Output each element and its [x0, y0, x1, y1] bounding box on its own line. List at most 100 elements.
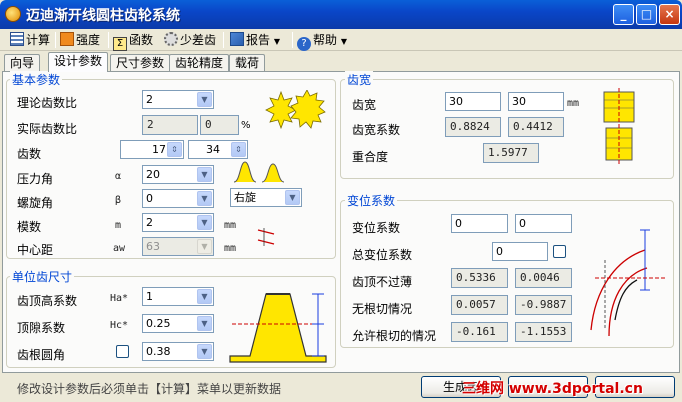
profile-shift-icon: [590, 229, 665, 337]
clearance-coef-select[interactable]: 0.25 ▼: [142, 314, 214, 333]
tab-design-params[interactable]: 设计参数: [48, 52, 109, 72]
root-fillet-select[interactable]: 0.38 ▼: [142, 342, 214, 361]
total-shift-checkbox[interactable]: [553, 245, 566, 258]
no-undercut-label: 无根切情况: [352, 302, 413, 316]
clearance-coef-label: 顶隙系数: [17, 321, 66, 335]
theory-ratio-select[interactable]: 2 ▼: [142, 90, 214, 109]
total-shift-input[interactable]: 0: [492, 242, 548, 261]
width-coef-1-field: 0.8824: [445, 117, 501, 137]
tip-thickness-label: 齿顶不过薄: [352, 275, 413, 289]
alpha-symbol: α: [115, 171, 122, 182]
tab-wizard[interactable]: 向导: [4, 54, 41, 71]
allow-undercut-1-field: -0.161: [451, 322, 508, 342]
strength-icon: [60, 32, 74, 46]
chevron-down-icon[interactable]: ▼: [197, 92, 212, 107]
z1-stepper[interactable]: 17 ⇕: [120, 140, 184, 159]
helix-angle-value: 0: [146, 192, 153, 205]
ha-symbol: Ha*: [110, 293, 129, 304]
helix-hand-select[interactable]: 右旋 ▼: [230, 188, 302, 207]
pressure-angle-select[interactable]: 20 ▼: [142, 165, 214, 184]
unit-tooth-title: 单位齿尺寸: [10, 268, 75, 285]
help-label: 帮助: [313, 33, 338, 47]
module-select[interactable]: 2 ▼: [142, 213, 214, 232]
shift-coef-2-input[interactable]: 0: [515, 214, 572, 233]
face-width-icon: [603, 88, 635, 164]
shift-coef-label: 变位系数: [352, 221, 401, 235]
z2-stepper[interactable]: 34 ⇕: [188, 140, 248, 159]
watermark-text: 三维网 www.3dportal.cn: [462, 381, 643, 397]
strength-button[interactable]: 强度: [60, 31, 100, 49]
no-undercut-2-field: -0.9887: [515, 295, 572, 315]
center-distance-icon: [257, 228, 275, 246]
helix-angle-select[interactable]: 0 ▼: [142, 189, 214, 208]
calculator-icon: [10, 32, 24, 46]
tab-size-params[interactable]: 尺寸参数: [110, 54, 171, 71]
face-width-unit: mm: [567, 98, 580, 109]
shift-coef-1-input[interactable]: 0: [451, 214, 508, 233]
width-coef-2-field: 0.4412: [508, 117, 564, 137]
chevron-down-icon[interactable]: ▼: [197, 344, 212, 359]
face-width-2-input[interactable]: 30: [508, 92, 564, 111]
profile-shift-title: 变位系数: [345, 192, 398, 209]
calc-label: 计算: [26, 33, 51, 47]
dropdown-arrow-icon[interactable]: ▼: [341, 37, 347, 46]
toolbar-separator: [292, 32, 293, 48]
face-width-title: 齿宽: [345, 71, 374, 88]
contact-ratio-label: 重合度: [352, 150, 389, 164]
spin-arrow-icon[interactable]: ⇕: [167, 142, 182, 157]
chevron-down-icon[interactable]: ▼: [197, 167, 212, 182]
status-hint: 修改设计参数后必须单击【计算】菜单以更新数据: [17, 382, 282, 396]
total-shift-label: 总变位系数: [352, 248, 413, 262]
calc-button[interactable]: 计算: [10, 31, 50, 49]
center-distance-label: 中心距: [17, 243, 54, 257]
fewteeth-button[interactable]: 少差齿: [164, 31, 216, 49]
center-distance-select: 63 ▼: [142, 237, 214, 256]
chevron-down-icon: ▼: [197, 239, 212, 254]
maximize-button[interactable]: □: [636, 4, 657, 25]
actual-ratio-label: 实际齿数比: [17, 122, 78, 136]
chevron-down-icon[interactable]: ▼: [197, 215, 212, 230]
theory-ratio-label: 理论齿数比: [17, 96, 78, 110]
actual-ratio-field-a: 2: [142, 115, 198, 135]
percent-label: %: [241, 120, 251, 131]
dropdown-arrow-icon[interactable]: ▼: [274, 37, 280, 46]
addendum-coef-value: 1: [146, 290, 153, 303]
rack-profile-icon: [229, 293, 327, 363]
strength-label: 强度: [76, 33, 101, 47]
gear-icon: [164, 32, 178, 46]
addendum-coef-select[interactable]: 1 ▼: [142, 287, 214, 306]
report-button[interactable]: 报告 ▼: [230, 31, 280, 49]
contact-ratio-field: 1.5977: [483, 143, 539, 163]
func-button[interactable]: Σ 函数: [113, 31, 153, 51]
hc-symbol: Hc*: [110, 320, 129, 331]
tip-thickness-2-field: 0.0046: [515, 268, 572, 288]
allow-undercut-label: 允许根切的情况: [352, 329, 437, 343]
helix-angle-label: 螺旋角: [17, 196, 54, 210]
close-button[interactable]: ×: [659, 4, 680, 25]
chevron-down-icon[interactable]: ▼: [197, 316, 212, 331]
chevron-down-icon[interactable]: ▼: [285, 190, 300, 205]
window-title: 迈迪渐开线圆柱齿轮系统: [26, 8, 180, 24]
help-button[interactable]: ? 帮助 ▼: [297, 31, 347, 51]
sigma-icon: Σ: [113, 37, 127, 51]
minimize-button[interactable]: _: [613, 4, 634, 25]
face-width-1-input[interactable]: 30: [445, 92, 501, 111]
module-symbol: m: [115, 220, 122, 231]
root-fillet-checkbox[interactable]: [116, 345, 129, 358]
spin-arrow-icon[interactable]: ⇕: [231, 142, 246, 157]
addendum-coef-label: 齿顶高系数: [17, 294, 78, 308]
z1-value: 17: [152, 143, 166, 156]
z2-value: 34: [206, 143, 220, 156]
tab-gear-accuracy[interactable]: 齿轮精度: [169, 54, 230, 71]
tab-load[interactable]: 载荷: [229, 54, 266, 71]
face-width-label: 齿宽: [352, 98, 377, 112]
chevron-down-icon[interactable]: ▼: [197, 191, 212, 206]
chevron-down-icon[interactable]: ▼: [197, 289, 212, 304]
toolbar-separator: [223, 32, 224, 48]
clearance-coef-value: 0.25: [146, 317, 171, 330]
theory-ratio-value: 2: [146, 93, 153, 106]
app-gear-icon[interactable]: [5, 6, 21, 22]
no-undercut-1-field: 0.0057: [451, 295, 508, 315]
center-symbol: aw: [113, 243, 126, 254]
basic-params-title: 基本参数: [10, 71, 63, 88]
